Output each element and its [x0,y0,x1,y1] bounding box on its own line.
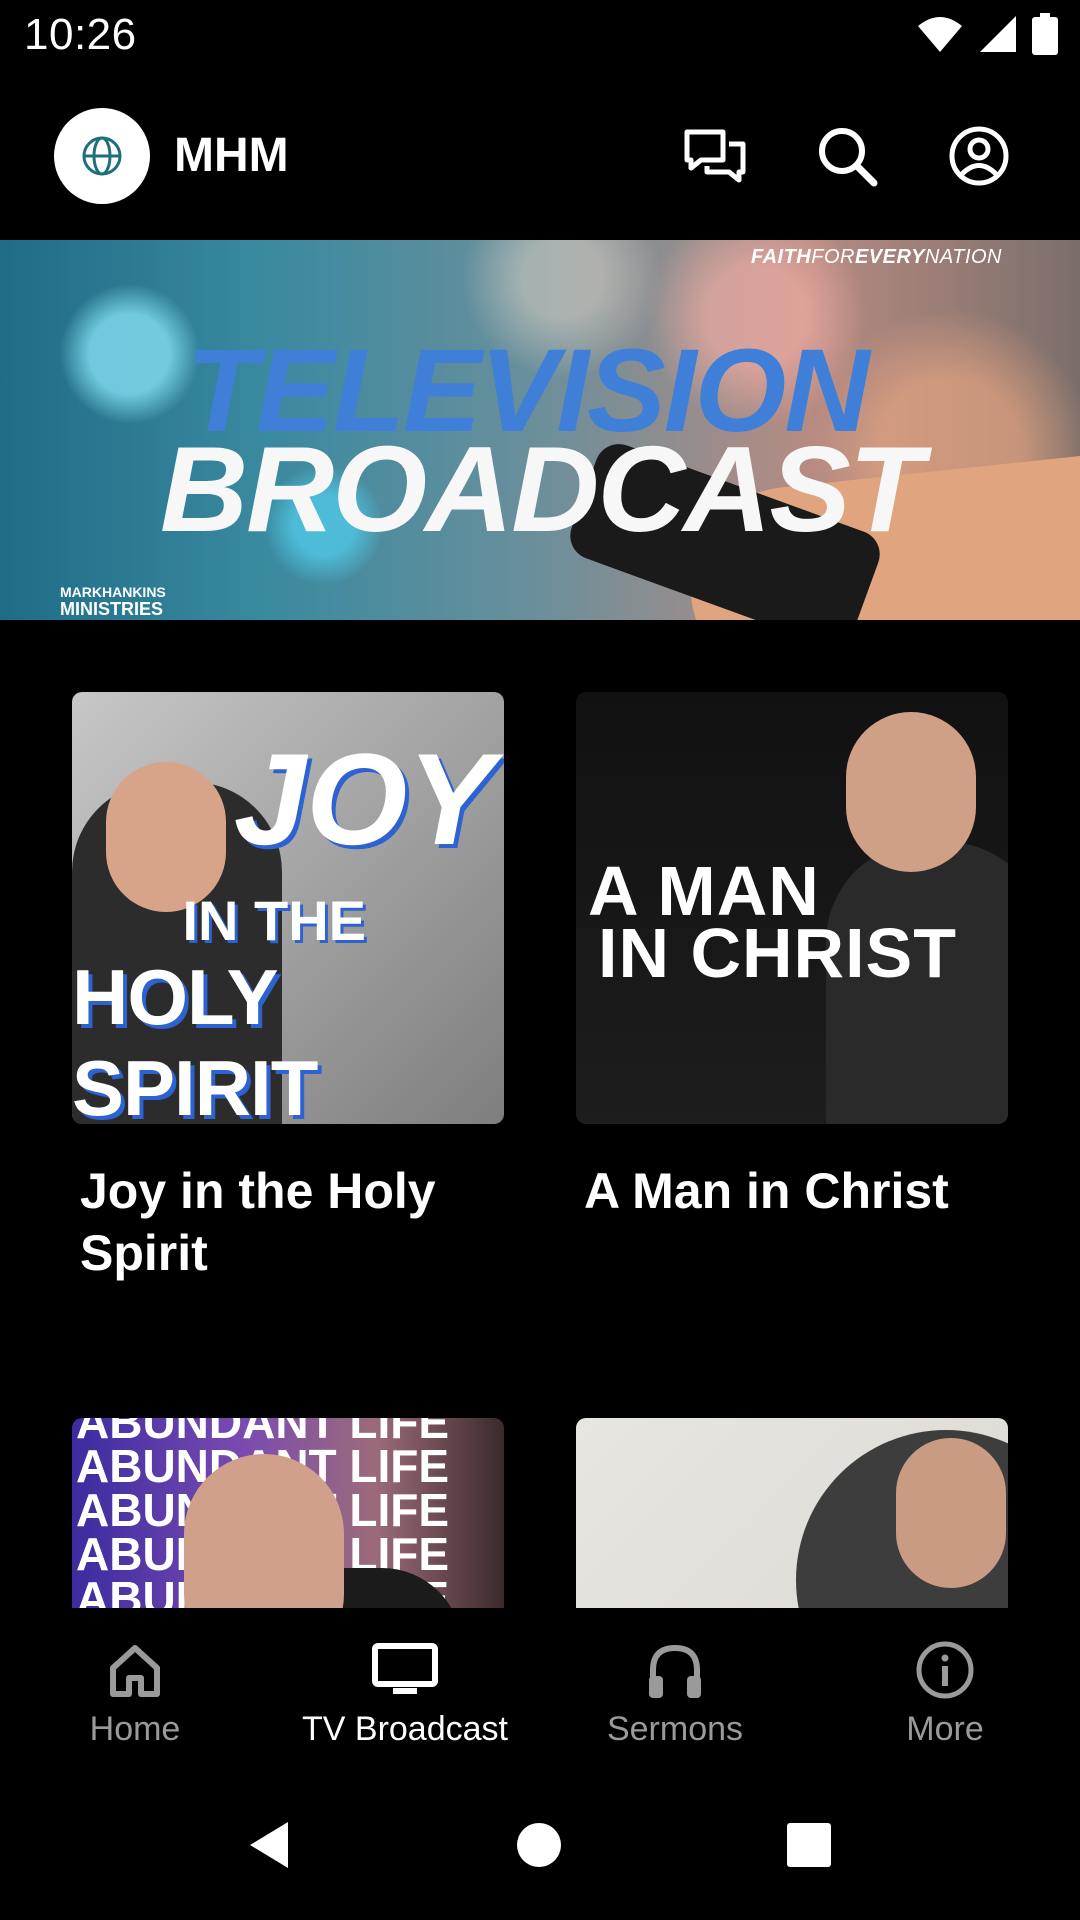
recents-square-icon [787,1823,831,1867]
nav-item-home[interactable]: Home [0,1608,270,1768]
thumb-art-text: JOY [233,726,494,872]
series-thumbnail: A MAN IN CHRIST [576,692,1008,1124]
series-thumbnail [576,1418,1008,1608]
status-icons [916,12,1058,60]
chat-button[interactable] [682,123,748,189]
account-button[interactable] [946,123,1012,189]
series-card[interactable]: A MAN IN CHRIST A Man in Christ [576,692,1008,1222]
thumb-art-text: A MAN IN CHRIST [588,852,957,992]
series-title: A Man in Christ [584,1163,949,1219]
banner-brand: MARKHANKINS MINISTRIES [60,584,166,619]
bottom-navigation: Home TV Broadcast Sermons More [0,1608,1080,1768]
cell-signal-icon [978,14,1018,59]
system-back-button[interactable] [236,1812,302,1878]
app-logo[interactable] [54,108,150,204]
search-icon [819,128,878,187]
home-circle-icon [517,1823,561,1867]
status-time: 10:26 [24,10,137,59]
series-title: Joy in the Holy Spirit [80,1163,436,1281]
search-button[interactable] [814,123,880,189]
series-card[interactable]: JOY IN THE HOLY SPIRIT Joy in the Holy S… [72,692,504,1284]
back-triangle-icon [250,1822,288,1868]
app-title: MHM [174,129,289,182]
nav-label: TV Broadcast [302,1710,508,1748]
nav-label: More [906,1710,984,1748]
series-card[interactable]: ABUNDANT LIFE ABUNDANT LIFE ABUNDANT LIF… [72,1418,504,1608]
nav-label: Home [89,1710,181,1748]
wifi-icon [916,14,964,59]
banner-title-line2: BROADCAST [160,421,923,557]
headphones-icon [645,1638,705,1702]
nav-item-tv-broadcast[interactable]: TV Broadcast [270,1608,540,1768]
nav-item-sermons[interactable]: Sermons [540,1608,810,1768]
globe-icon [82,136,122,176]
home-icon [107,1638,163,1702]
series-card[interactable] [576,1418,1008,1608]
info-icon [915,1638,975,1702]
app-bar: MHM [0,96,1080,216]
series-thumbnail: JOY IN THE HOLY SPIRIT [72,692,504,1124]
nav-label: Sermons [606,1710,744,1748]
system-home-button[interactable] [506,1812,572,1878]
account-icon [949,126,1009,186]
battery-icon [1032,12,1058,60]
chat-icon [684,129,746,183]
thumb-art-text: IN THE [182,889,366,952]
system-recents-button[interactable] [776,1812,842,1878]
banner-tagline: FAITHFOREVERYNATION [750,246,1002,268]
tv-broadcast-banner[interactable]: FAITHFOREVERYNATION TELEVISION BROADCAST… [0,240,1080,620]
nav-item-more[interactable]: More [810,1608,1080,1768]
status-bar: 10:26 [0,0,1080,72]
system-navigation [0,1768,1080,1920]
tv-icon [371,1638,439,1702]
thumb-art-text: HOLY SPIRIT [72,953,318,1124]
series-thumbnail: ABUNDANT LIFE ABUNDANT LIFE ABUNDANT LIF… [72,1418,504,1608]
